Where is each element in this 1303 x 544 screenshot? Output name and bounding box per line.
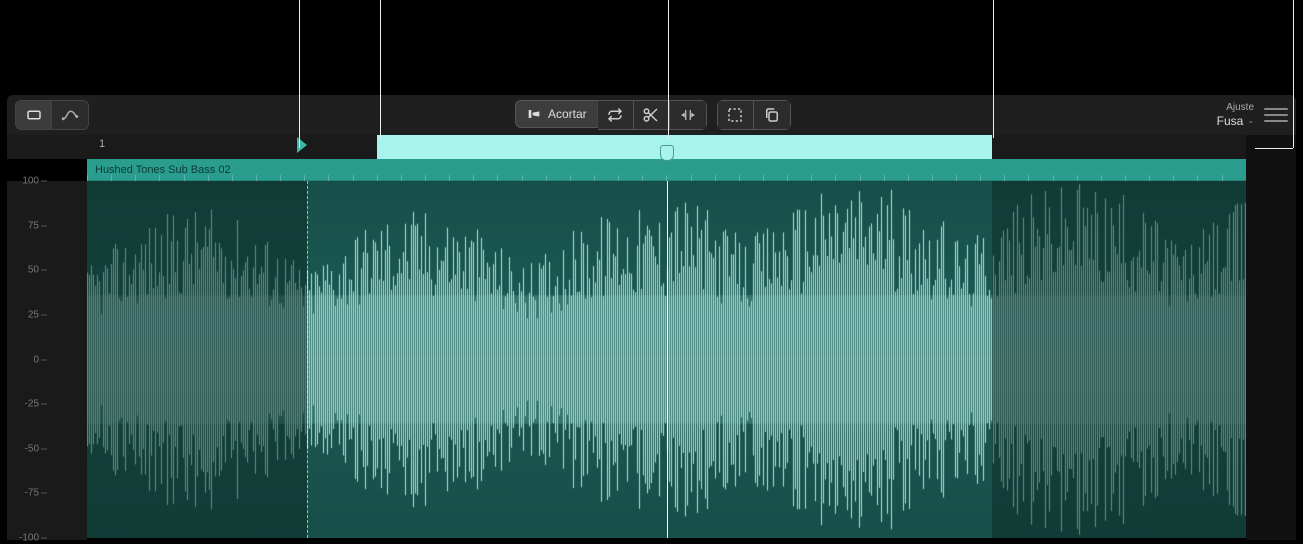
axis-tick-label: -100 (19, 533, 39, 544)
region-mode-button[interactable] (16, 101, 52, 129)
region-name-label: Hushed Tones Sub Bass 02 (95, 164, 231, 176)
axis-tick-label: -25 (25, 399, 39, 410)
amplitude-axis: 1007550250-25-50-75-100 (7, 181, 87, 540)
automation-mode-button[interactable] (52, 101, 88, 129)
snap-value: Fusa (1217, 114, 1244, 128)
trim-icon (526, 106, 542, 122)
axis-tick-label: 75 (28, 220, 39, 231)
copy-button[interactable] (754, 101, 790, 129)
playhead-handle[interactable] (660, 145, 674, 161)
split-button[interactable] (634, 101, 670, 129)
callout-line (668, 0, 669, 138)
marquee-select-button[interactable] (718, 101, 754, 129)
editor-toolbar: Acortar A (7, 95, 1296, 135)
callout-line (993, 0, 994, 138)
axis-tick-label: 100 (22, 176, 39, 187)
snap-title: Ajuste (1217, 102, 1254, 114)
axis-tick-label: -50 (25, 443, 39, 454)
trim-button[interactable]: Acortar (515, 100, 598, 128)
bar-marker: 1 (99, 138, 105, 150)
loop-icon (606, 106, 624, 124)
time-stretch-button[interactable] (670, 101, 706, 129)
axis-tick-label: -75 (25, 488, 39, 499)
trim-label: Acortar (548, 107, 587, 121)
locator-guideline (307, 181, 308, 538)
marquee-selection-icon (726, 106, 744, 124)
axis-tick-label: 25 (28, 309, 39, 320)
snap-control[interactable]: Ajuste Fusa ⌄ (1217, 102, 1288, 128)
post-loop-dim-overlay (992, 181, 1246, 538)
copy-icon (763, 106, 781, 124)
axis-tick-label: 50 (28, 265, 39, 276)
right-margin (1246, 135, 1296, 540)
waveform-area[interactable] (87, 181, 1246, 538)
playhead-line (667, 181, 668, 538)
center-tool-cluster: Acortar (515, 100, 791, 130)
timeline-ruler[interactable]: 1 2 (7, 135, 1296, 159)
region-tool-icon (25, 106, 43, 124)
automation-curve-icon (61, 106, 79, 124)
loop-button[interactable] (598, 101, 634, 129)
callout-line (380, 0, 381, 138)
editor-menu-button[interactable] (1264, 106, 1288, 124)
edit-mode-toggle[interactable] (15, 100, 89, 130)
pre-loop-dim-overlay (87, 181, 307, 538)
cycle-range-bar[interactable] (377, 135, 992, 159)
menu-icon (1264, 108, 1288, 110)
axis-tick-label: 0 (33, 354, 39, 365)
scissors-icon (642, 106, 660, 124)
time-stretch-icon (679, 106, 697, 124)
callout-line (1293, 0, 1294, 148)
chevron-updown-icon: ⌄ (1247, 116, 1254, 126)
callout-line (299, 0, 300, 148)
audio-region-header[interactable]: Hushed Tones Sub Bass 02 (87, 159, 1246, 181)
